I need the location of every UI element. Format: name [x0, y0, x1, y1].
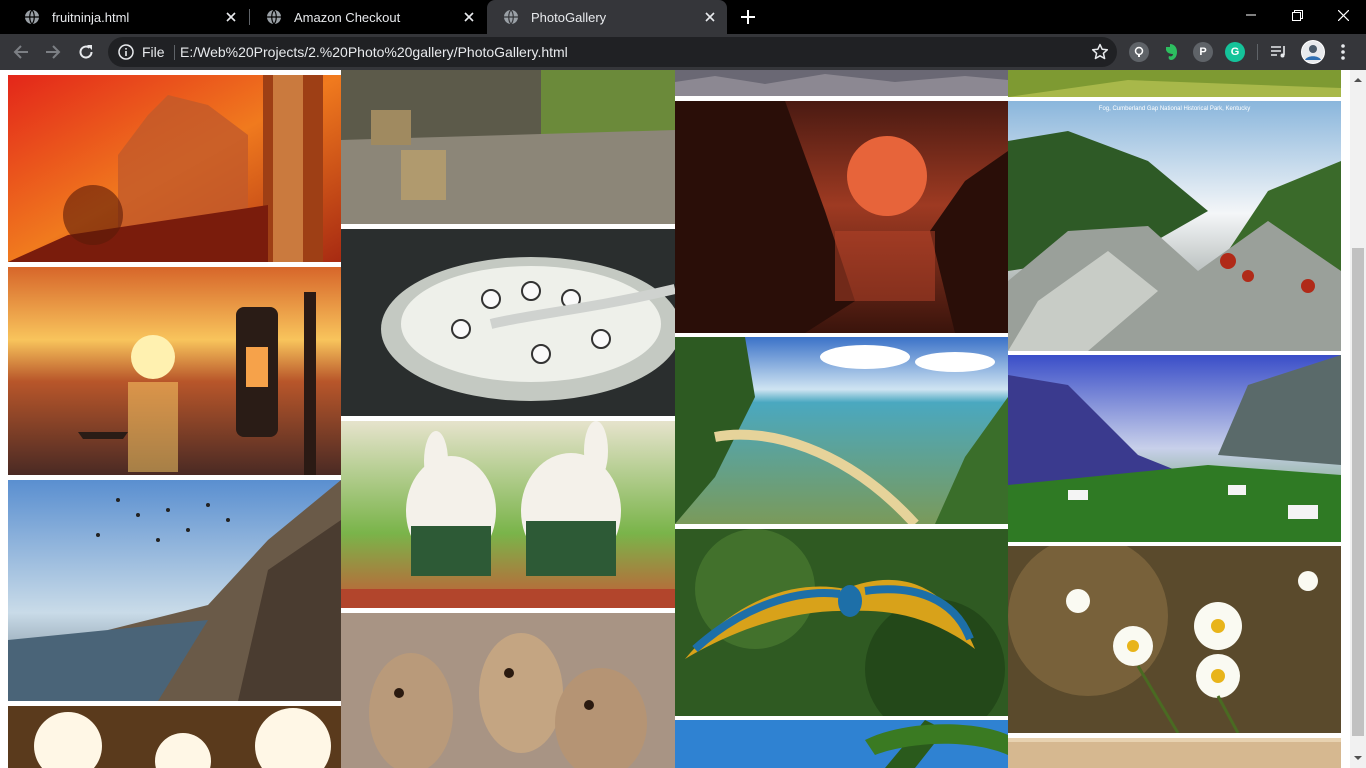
- close-tab-icon[interactable]: [460, 8, 478, 26]
- back-button[interactable]: [7, 38, 35, 66]
- new-tab-button[interactable]: [736, 5, 760, 29]
- photo-ghats-birds[interactable]: [8, 480, 341, 701]
- photo-red-sun-cove[interactable]: [675, 101, 1008, 333]
- forward-button[interactable]: [39, 38, 67, 66]
- photo-gear-lights[interactable]: [8, 706, 341, 768]
- address-divider: [174, 45, 175, 60]
- browser-toolbar: File E:/Web%20Projects/2.%20Photo%20gall…: [0, 34, 1366, 70]
- close-window-button[interactable]: [1320, 0, 1366, 30]
- minimize-icon: [1246, 14, 1256, 16]
- tab-title: PhotoGallery: [531, 9, 607, 25]
- photo-sand-bottom[interactable]: [1008, 738, 1341, 768]
- url-text[interactable]: E:/Web%20Projects/2.%20Photo%20gallery/P…: [180, 44, 568, 60]
- minimize-button[interactable]: [1228, 0, 1274, 30]
- photo-alpine-valley[interactable]: [1008, 355, 1341, 542]
- photo-macaw-flight[interactable]: [675, 529, 1008, 716]
- plus-icon: [741, 10, 755, 24]
- photo-palace-sunset[interactable]: [8, 75, 341, 262]
- more-vert-icon: [1341, 44, 1345, 60]
- close-tab-icon[interactable]: [222, 8, 240, 26]
- restore-icon: [1291, 9, 1303, 21]
- grammarly-icon[interactable]: G: [1225, 42, 1245, 62]
- pinterest-letter: P: [1199, 46, 1207, 58]
- photo-caption: Fog, Cumberland Gap National Historical …: [1098, 106, 1251, 112]
- tab-strip: fruitninja.html Amazon Checkout PhotoGal…: [0, 0, 1366, 34]
- globe-icon: [25, 9, 39, 25]
- media-control-icon[interactable]: [1269, 42, 1289, 62]
- star-icon[interactable]: [1091, 43, 1109, 61]
- globe-icon: [267, 9, 281, 25]
- arrow-right-icon: [46, 45, 61, 59]
- lens-extension-icon[interactable]: [1129, 42, 1149, 62]
- reload-icon: [79, 45, 93, 59]
- avatar[interactable]: [1301, 40, 1325, 64]
- arrow-left-icon: [13, 45, 28, 59]
- address-bar[interactable]: File E:/Web%20Projects/2.%20Photo%20gall…: [108, 37, 1117, 67]
- tab-fruitninja[interactable]: fruitninja.html: [8, 0, 248, 34]
- photo-tropical-beach[interactable]: [675, 337, 1008, 524]
- photo-rabbids-race[interactable]: [341, 421, 675, 608]
- evernote-icon[interactable]: [1161, 42, 1181, 62]
- photo-green-field-top[interactable]: [1008, 70, 1341, 97]
- restore-button[interactable]: [1274, 0, 1320, 30]
- tab-title: fruitninja.html: [52, 9, 130, 25]
- tab-photogallery[interactable]: PhotoGallery: [487, 0, 727, 34]
- photo-palm-sky[interactable]: [675, 720, 1008, 768]
- photo-danbo-road[interactable]: [341, 70, 675, 224]
- browser-menu-button[interactable]: [1333, 42, 1353, 62]
- photo-daisies-rain[interactable]: [1008, 546, 1341, 733]
- page-viewport: Fog, Cumberland Gap National Historical …: [0, 70, 1350, 768]
- close-icon: [1337, 9, 1349, 21]
- photo-rocks-top[interactable]: [675, 70, 1008, 96]
- tab-amazon-checkout[interactable]: Amazon Checkout: [250, 0, 486, 34]
- photo-lantern-sunset[interactable]: [8, 267, 341, 475]
- globe-icon: [504, 9, 518, 25]
- photo-meerkats[interactable]: [341, 613, 675, 768]
- info-icon[interactable]: [118, 44, 134, 60]
- scheme-label: File: [142, 44, 165, 60]
- grammarly-letter: G: [1230, 46, 1240, 58]
- pinterest-icon[interactable]: P: [1193, 42, 1213, 62]
- scroll-up-icon[interactable]: [1354, 76, 1362, 84]
- scroll-down-icon[interactable]: [1354, 754, 1362, 762]
- page-scrollbar[interactable]: [1350, 70, 1366, 768]
- close-tab-icon[interactable]: [701, 8, 719, 26]
- reload-button[interactable]: [72, 38, 100, 66]
- scrollbar-thumb[interactable]: [1352, 248, 1364, 736]
- tab-title: Amazon Checkout: [294, 9, 401, 25]
- photo-fog-mountains[interactable]: Fog, Cumberland Gap National Historical …: [1008, 101, 1341, 351]
- photo-stormtrooper-cereal[interactable]: [341, 229, 675, 416]
- toolbar-separator: [1257, 44, 1258, 60]
